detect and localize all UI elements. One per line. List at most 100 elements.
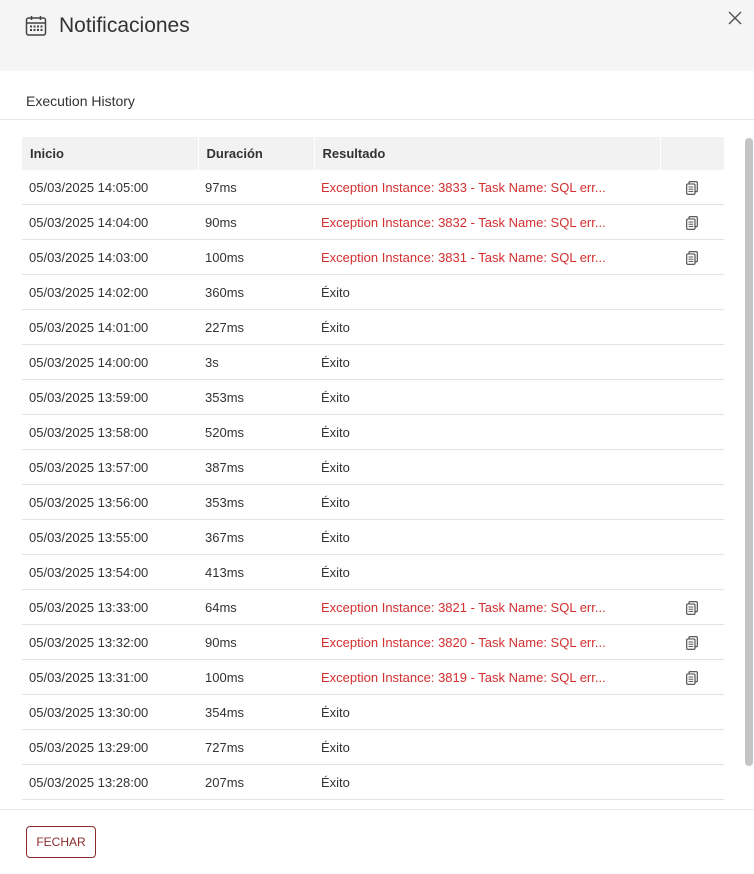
- cell-actions: [660, 379, 724, 415]
- column-header-actions: [660, 137, 724, 170]
- cell-actions: [660, 449, 724, 485]
- cell-resultado: Exception Instance: 3832 - Task Name: SQ…: [314, 204, 660, 240]
- cell-resultado: Éxito: [314, 414, 660, 450]
- table-row[interactable]: 05/03/2025 13:30:00 354ms Éxito: [22, 694, 724, 730]
- cell-inicio: 05/03/2025 13:30:00: [22, 694, 198, 730]
- table-row[interactable]: 05/03/2025 14:03:00 100ms Exception Instan…: [22, 239, 724, 275]
- cell-inicio: 05/03/2025 13:56:00: [22, 484, 198, 520]
- cell-inicio: 05/03/2025 13:54:00: [22, 554, 198, 590]
- cell-inicio: 05/03/2025 14:00:00: [22, 344, 198, 380]
- cell-duracion: 353ms: [198, 379, 314, 415]
- table-row[interactable]: 05/03/2025 13:28:00 207ms Éxito: [22, 764, 724, 800]
- cell-inicio: 05/03/2025 14:02:00: [22, 274, 198, 310]
- copy-document-icon[interactable]: [686, 670, 698, 685]
- table-row[interactable]: 05/03/2025 14:02:00 360ms Éxito: [22, 274, 724, 310]
- table-row[interactable]: 05/03/2025 13:58:00 520ms Éxito: [22, 414, 724, 450]
- table-row[interactable]: 05/03/2025 13:57:00 387ms Éxito: [22, 449, 724, 485]
- cell-duracion: 64ms: [198, 589, 314, 625]
- cell-resultado: Éxito: [314, 484, 660, 520]
- cell-duracion: 90ms: [198, 624, 314, 660]
- cell-inicio: 05/03/2025 13:28:00: [22, 764, 198, 800]
- cell-resultado: Éxito: [314, 519, 660, 555]
- cell-duracion: 413ms: [198, 554, 314, 590]
- cell-inicio: 05/03/2025 13:58:00: [22, 414, 198, 450]
- cell-duracion: 90ms: [198, 204, 314, 240]
- cell-inicio: 05/03/2025 13:33:00: [22, 589, 198, 625]
- cell-duracion: 353ms: [198, 484, 314, 520]
- cell-actions: [660, 414, 724, 450]
- close-icon[interactable]: [726, 9, 744, 27]
- cell-duracion: 3s: [198, 344, 314, 380]
- cell-inicio: 05/03/2025 14:04:00: [22, 204, 198, 240]
- table-row[interactable]: 05/03/2025 13:59:00 353ms Éxito: [22, 379, 724, 415]
- cell-inicio: 05/03/2025 13:59:00: [22, 379, 198, 415]
- subheader: Execution History: [0, 71, 754, 120]
- cell-duracion: 727ms: [198, 729, 314, 765]
- cell-resultado: Éxito: [314, 344, 660, 380]
- cell-actions: [660, 519, 724, 555]
- cell-actions: [660, 624, 724, 660]
- table-scroll-area[interactable]: Inicio Duración Resultado 05/03/2025 14:…: [0, 120, 754, 808]
- cell-resultado: Exception Instance: 3820 - Task Name: SQ…: [314, 624, 660, 660]
- table-body: 05/03/2025 14:05:00 97ms Exception Instanc…: [22, 170, 724, 800]
- copy-document-icon[interactable]: [686, 250, 698, 265]
- cell-resultado: Éxito: [314, 554, 660, 590]
- cell-duracion: 100ms: [198, 659, 314, 695]
- cell-inicio: 05/03/2025 14:01:00: [22, 309, 198, 345]
- column-header-resultado[interactable]: Resultado: [314, 137, 661, 170]
- cell-resultado: Exception Instance: 3833 - Task Name: SQ…: [314, 170, 660, 205]
- table-row[interactable]: 05/03/2025 13:31:00 100ms Exception Instan…: [22, 659, 724, 695]
- fechar-button[interactable]: FECHAR: [26, 826, 96, 858]
- table-row[interactable]: 05/03/2025 13:55:00 367ms Éxito: [22, 519, 724, 555]
- cell-duracion: 520ms: [198, 414, 314, 450]
- table-header-row: Inicio Duración Resultado: [22, 137, 724, 170]
- cell-resultado: Éxito: [314, 449, 660, 485]
- table-row[interactable]: 05/03/2025 13:29:00 727ms Éxito: [22, 729, 724, 765]
- section-title: Execution History: [26, 93, 135, 109]
- column-header-inicio[interactable]: Inicio: [22, 137, 199, 170]
- cell-duracion: 367ms: [198, 519, 314, 555]
- cell-inicio: 05/03/2025 14:03:00: [22, 239, 198, 275]
- calendar-icon: [25, 16, 47, 36]
- table-row[interactable]: 05/03/2025 13:33:00 64ms Exception Instanc…: [22, 589, 724, 625]
- copy-document-icon[interactable]: [686, 600, 698, 615]
- cell-resultado: Exception Instance: 3831 - Task Name: SQ…: [314, 239, 660, 275]
- cell-actions: [660, 344, 724, 380]
- cell-inicio: 05/03/2025 13:29:00: [22, 729, 198, 765]
- table-row[interactable]: 05/03/2025 14:01:00 227ms Éxito: [22, 309, 724, 345]
- copy-document-icon[interactable]: [686, 180, 698, 195]
- cell-actions: [660, 239, 724, 275]
- cell-actions: [660, 309, 724, 345]
- cell-actions: [660, 204, 724, 240]
- table-row[interactable]: 05/03/2025 13:54:00 413ms Éxito: [22, 554, 724, 590]
- execution-history-table: Inicio Duración Resultado 05/03/2025 14:…: [22, 137, 724, 800]
- table-row[interactable]: 05/03/2025 13:56:00 353ms Éxito: [22, 484, 724, 520]
- cell-duracion: 100ms: [198, 239, 314, 275]
- table-row[interactable]: 05/03/2025 14:05:00 97ms Exception Instanc…: [22, 170, 724, 205]
- cell-actions: [660, 764, 724, 800]
- table-row[interactable]: 05/03/2025 14:00:00 3s Éxito: [22, 344, 724, 380]
- copy-document-icon[interactable]: [686, 635, 698, 650]
- cell-actions: [660, 694, 724, 730]
- table-row[interactable]: 05/03/2025 14:04:00 90ms Exception Instanc…: [22, 204, 724, 240]
- cell-duracion: 354ms: [198, 694, 314, 730]
- cell-resultado: Éxito: [314, 729, 660, 765]
- cell-inicio: 05/03/2025 13:31:00: [22, 659, 198, 695]
- cell-actions: [660, 484, 724, 520]
- cell-resultado: Éxito: [314, 274, 660, 310]
- table-row[interactable]: 05/03/2025 13:32:00 90ms Exception Instanc…: [22, 624, 724, 660]
- cell-actions: [660, 554, 724, 590]
- copy-document-icon[interactable]: [686, 215, 698, 230]
- dialog-footer: FECHAR: [0, 809, 754, 874]
- cell-inicio: 05/03/2025 13:57:00: [22, 449, 198, 485]
- vertical-scrollbar[interactable]: [745, 138, 753, 766]
- cell-actions: [660, 170, 724, 205]
- cell-actions: [660, 274, 724, 310]
- column-header-duracion[interactable]: Duración: [198, 137, 315, 170]
- cell-duracion: 227ms: [198, 309, 314, 345]
- cell-resultado: Éxito: [314, 309, 660, 345]
- cell-resultado: Éxito: [314, 764, 660, 800]
- cell-duracion: 387ms: [198, 449, 314, 485]
- cell-actions: [660, 589, 724, 625]
- cell-duracion: 207ms: [198, 764, 314, 800]
